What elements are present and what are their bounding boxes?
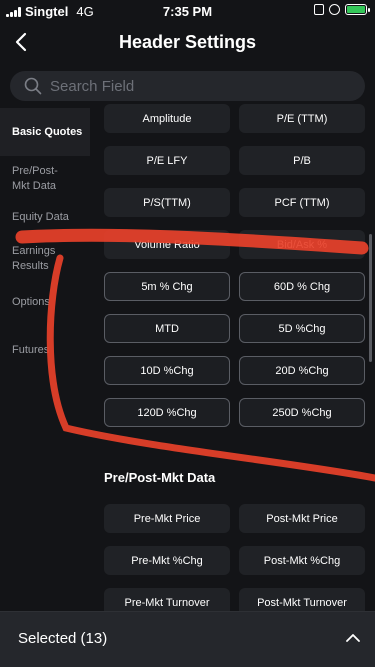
lock-icon	[314, 4, 324, 15]
field-chip-selected[interactable]: 60D % Chg	[239, 272, 365, 301]
field-chip[interactable]: Post-Mkt Price	[239, 504, 365, 533]
field-chip-selected[interactable]: 120D %Chg	[104, 398, 230, 427]
sidebar-item-label: Pre/Post-Mkt Data	[12, 165, 58, 192]
battery-icon	[345, 4, 370, 15]
field-chip[interactable]: Pre-Mkt %Chg	[104, 546, 230, 575]
sidebar-item-options[interactable]: Options	[0, 294, 90, 342]
header: Header Settings	[0, 22, 375, 64]
field-chip-selected[interactable]: 5D %Chg	[239, 314, 365, 343]
field-chip-selected[interactable]: 250D %Chg	[239, 398, 365, 427]
sidebar-item-label: Earnings Results	[12, 245, 56, 272]
chevron-up-icon[interactable]	[345, 630, 361, 646]
page-title: Header Settings	[118, 32, 257, 52]
field-chip[interactable]: PCF (TTM)	[239, 188, 365, 217]
field-chip-selected[interactable]: 5m % Chg	[104, 272, 230, 301]
section-title-pre-post: Pre/Post-Mkt Data	[104, 470, 216, 485]
sidebar-item-earnings-results[interactable]: Earnings Results	[0, 238, 90, 294]
sidebar-item-label: Futures	[12, 344, 50, 356]
field-chip[interactable]: Volume Ratio	[104, 230, 230, 259]
sidebar-item-equity-data[interactable]: Equity Data	[0, 198, 90, 238]
search-icon	[24, 77, 42, 95]
status-bar: Singtel 4G 7:35 PM	[0, 0, 375, 22]
sidebar-item-basic-quotes[interactable]: Basic Quotes	[0, 108, 90, 156]
field-chip-selected[interactable]: 20D %Chg	[239, 356, 365, 385]
field-chip[interactable]: Pre-Mkt Price	[104, 504, 230, 533]
field-chip[interactable]: P/B	[239, 146, 365, 175]
sidebar-item-label: Equity Data	[12, 211, 69, 223]
status-right	[314, 4, 370, 15]
alarm-icon	[329, 4, 340, 15]
field-chip[interactable]: Amplitude	[104, 104, 230, 133]
search-bar[interactable]	[10, 71, 365, 101]
field-grid: Amplitude P/E (TTM) P/E LFY P/B P/S(TTM)…	[90, 101, 375, 611]
field-chip-selected[interactable]: MTD	[104, 314, 230, 343]
sidebar: Basic Quotes Pre/Post-Mkt Data Equity Da…	[0, 108, 90, 382]
field-chip[interactable]: Post-Mkt %Chg	[239, 546, 365, 575]
field-chip[interactable]: P/E LFY	[104, 146, 230, 175]
field-chip[interactable]: P/E (TTM)	[239, 104, 365, 133]
sidebar-item-futures[interactable]: Futures	[0, 342, 90, 382]
field-chip[interactable]: Post-Mkt Turnover	[239, 588, 365, 611]
field-chip[interactable]: Bid/Ask %	[239, 230, 365, 259]
sidebar-item-label: Options	[12, 296, 50, 308]
field-chip[interactable]: P/S(TTM)	[104, 188, 230, 217]
selected-footer[interactable]: Selected (13)	[0, 611, 375, 667]
search-input[interactable]	[50, 77, 330, 95]
field-chip-selected[interactable]: 10D %Chg	[104, 356, 230, 385]
sidebar-item-pre-post-mkt[interactable]: Pre/Post-Mkt Data	[0, 156, 90, 198]
sidebar-item-label: Basic Quotes	[12, 126, 83, 138]
selected-count-label: Selected (13)	[18, 630, 108, 647]
field-chip[interactable]: Pre-Mkt Turnover	[104, 588, 230, 611]
scrollbar[interactable]	[369, 234, 372, 362]
